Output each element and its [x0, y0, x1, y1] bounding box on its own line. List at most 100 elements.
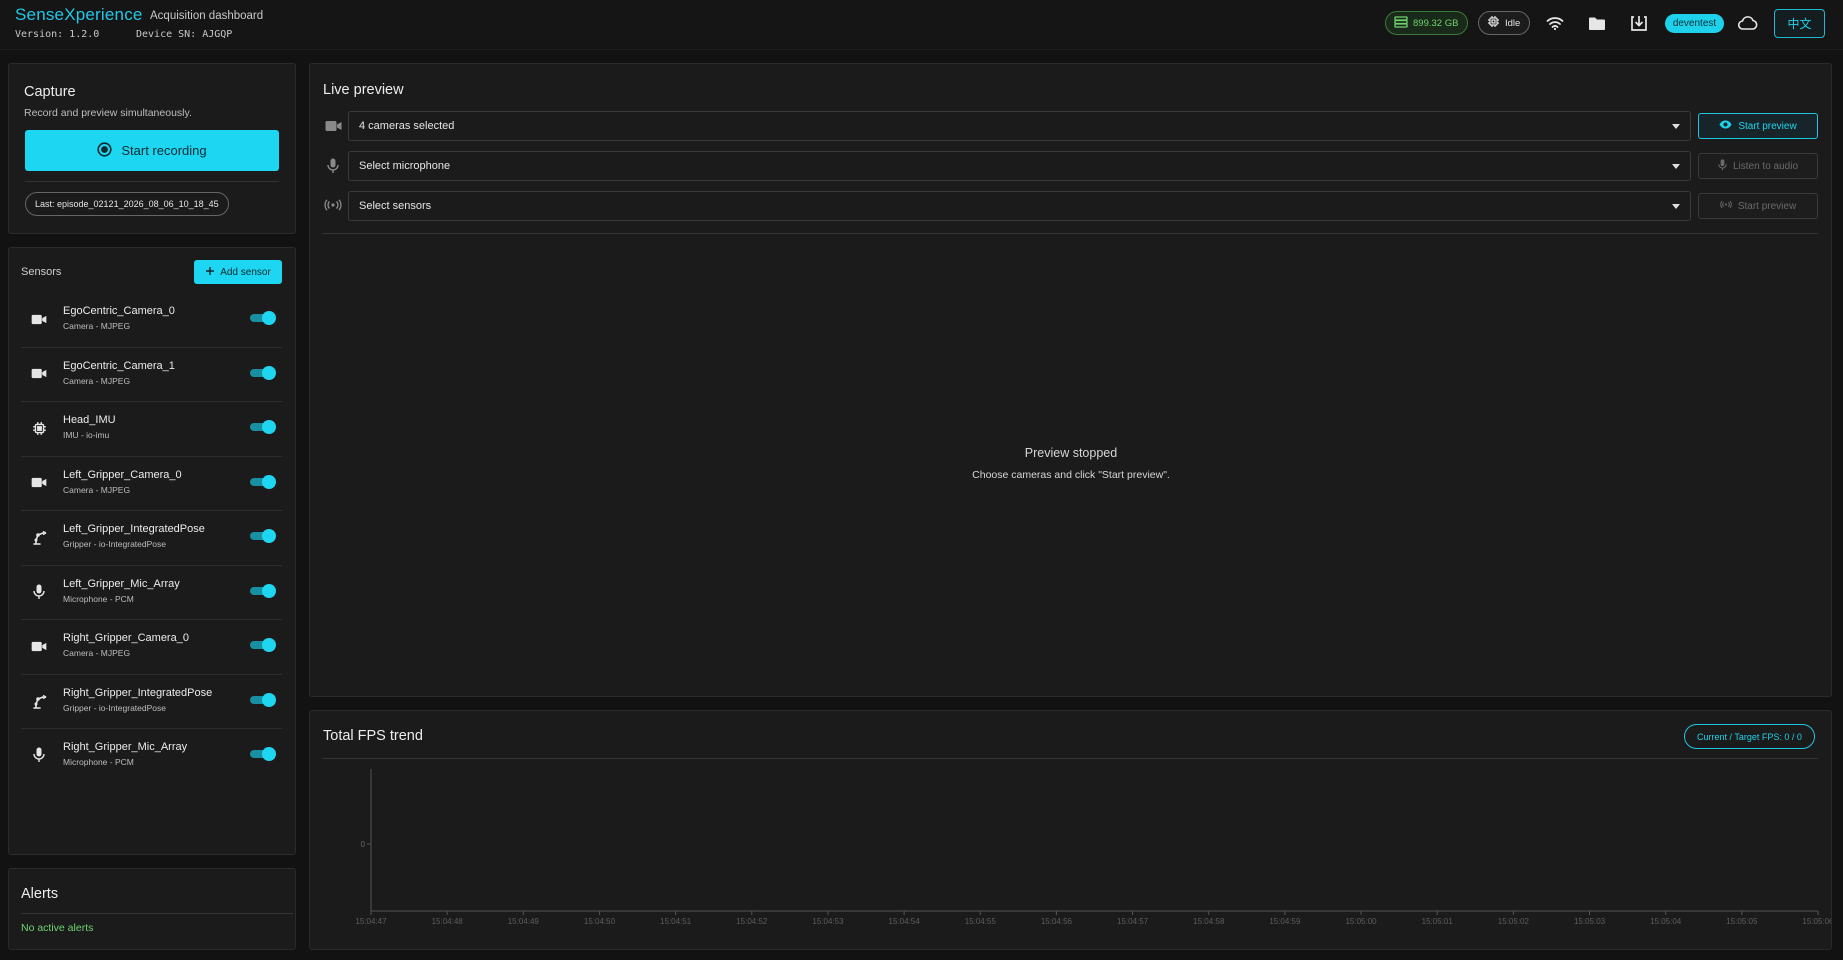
sensor-name: Left_Gripper_Camera_0 [63, 468, 182, 481]
toggle-knob [262, 747, 276, 761]
camera-icon [30, 474, 48, 492]
sensors-panel: Sensors Add sensor EgoCentric_Camera_0 Ca… [8, 247, 296, 855]
camera-select[interactable]: 4 cameras selected [348, 111, 1691, 141]
x-tick-label: 15:04:56 [1041, 917, 1073, 926]
alerts-status: No active alerts [21, 922, 94, 934]
sensor-type: Gripper - io-IntegratedPose [63, 539, 166, 549]
x-tick-label: 15:04:49 [508, 917, 540, 926]
preview-stopped-hint: Choose cameras and click "Start preview"… [972, 469, 1170, 481]
start-preview-label: Start preview [1738, 120, 1797, 132]
microphone-icon [30, 746, 48, 764]
x-tick-label: 15:04:57 [1117, 917, 1149, 926]
sensor-row[interactable]: EgoCentric_Camera_1 Camera - MJPEG [21, 348, 282, 402]
sensor-toggle[interactable] [250, 583, 276, 598]
toggle-knob [262, 583, 276, 598]
sensor-name: Right_Gripper_Camera_0 [63, 632, 189, 644]
robot-arm-icon [30, 528, 48, 546]
listen-audio-button[interactable]: Listen to audio [1698, 153, 1818, 179]
x-tick-label: 15:04:53 [812, 917, 844, 926]
x-tick-label: 15:05:05 [1726, 917, 1758, 926]
listen-audio-label: Listen to audio [1732, 160, 1799, 172]
x-tick-label: 15:05:04 [1650, 917, 1682, 926]
sensor-toggle[interactable] [250, 638, 276, 652]
sensor-row[interactable]: EgoCentric_Camera_0 Camera - MJPEG [21, 293, 282, 348]
toggle-knob [262, 692, 276, 707]
sensor-name: Head_IMU [63, 414, 116, 426]
start-recording-button[interactable]: Start recording [25, 130, 279, 171]
x-tick-label: 15:04:50 [584, 917, 616, 926]
start-sensor-preview-label: Start preview [1737, 200, 1797, 212]
sensor-type: Camera - MJPEG [63, 484, 131, 495]
sensor-select[interactable]: Select sensors [348, 191, 1691, 221]
camera-icon [30, 310, 48, 328]
device-sn-label: Device SN: AJGQP [136, 29, 233, 40]
fps-trend-chart: 0 15:04:47 15:04:48 15:04:49 15:04:50 15:04:5… [355, 769, 1831, 926]
sensor-select-placeholder: Select sensors [359, 200, 432, 212]
toggle-knob [262, 311, 276, 325]
sensor-toggle[interactable] [250, 529, 276, 543]
sensor-type: Gripper - io-IntegratedPose [63, 702, 166, 713]
sensor-row[interactable]: Right_Gripper_Mic_Array Microphone - PCM [21, 729, 282, 784]
microphone-icon [324, 157, 342, 175]
toggle-knob [262, 474, 276, 489]
plus-icon [205, 266, 215, 279]
cloud-icon[interactable] [1738, 13, 1758, 33]
sensor-row[interactable]: Right_Gripper_Camera_0 Camera - MJPEG [21, 620, 282, 675]
sensor-toggle[interactable] [250, 692, 276, 707]
sensor-row[interactable]: Left_Gripper_Camera_0 Camera - MJPEG [21, 457, 282, 511]
sensor-type: Camera - MJPEG [63, 648, 131, 658]
sensor-toggle[interactable] [250, 365, 276, 380]
sensor-list: EgoCentric_Camera_0 Camera - MJPEG EgoCent… [21, 293, 282, 784]
start-recording-label: Start recording [121, 143, 207, 158]
add-sensor-button[interactable]: Add sensor [194, 260, 282, 284]
start-sensor-preview-button[interactable]: Start preview [1698, 193, 1818, 219]
start-preview-button[interactable]: Start preview [1698, 113, 1818, 139]
user-badge[interactable]: deventest [1665, 14, 1724, 33]
x-tick-label: 15:05:01 [1422, 917, 1454, 926]
sensor-signal-icon [324, 196, 342, 214]
top-bar: SenseXperience Acquisition dashboard Ver… [0, 0, 1843, 50]
eye-icon [1719, 120, 1732, 132]
capture-description: Record and preview simultaneously. [24, 107, 192, 119]
chevron-down-icon [1672, 124, 1680, 129]
sensor-row[interactable]: Left_Gripper_Mic_Array Microphone - PCM [21, 566, 282, 620]
status-text: Idle [1505, 17, 1521, 29]
download-icon[interactable] [1629, 13, 1649, 33]
folder-icon[interactable] [1587, 13, 1607, 33]
camera-icon [324, 117, 342, 135]
sensor-toggle[interactable] [250, 747, 276, 761]
chevron-down-icon [1672, 164, 1680, 169]
x-tick-label: 15:05:02 [1498, 917, 1530, 926]
live-preview-title: Live preview [323, 82, 404, 98]
toggle-knob [262, 420, 276, 434]
sensors-title: Sensors [21, 266, 62, 278]
sensor-toggle[interactable] [250, 311, 276, 325]
x-tick-label: 15:05:00 [1345, 917, 1377, 926]
x-tick-label: 15:04:52 [736, 917, 768, 926]
fps-trend-panel: Total FPS trend Current / Target FPS: 0 … [309, 710, 1832, 950]
last-episode-badge: Last: episode_02121_2026_08_06_10_18_45 [25, 192, 229, 216]
sensor-name: EgoCentric_Camera_0 [63, 305, 175, 317]
sensor-toggle[interactable] [250, 420, 276, 434]
x-tick-label: 15:04:47 [355, 917, 387, 926]
sensor-type: Microphone - PCM [63, 593, 134, 604]
sensor-type: Microphone - PCM [63, 757, 134, 767]
sensor-name: Left_Gripper_Mic_Array [63, 577, 180, 590]
divider [25, 181, 279, 182]
wifi-icon[interactable] [1545, 13, 1565, 33]
microphone-select[interactable]: Select microphone [348, 151, 1691, 181]
sensor-name: Left_Gripper_IntegratedPose [63, 523, 205, 535]
x-tick-label: 15:04:59 [1269, 917, 1301, 926]
camera-icon [30, 365, 48, 383]
toggle-knob [262, 365, 276, 380]
sensor-row[interactable]: Right_Gripper_IntegratedPose Gripper - io… [21, 675, 282, 729]
sensor-row[interactable]: Left_Gripper_IntegratedPose Gripper - io-… [21, 511, 282, 566]
chip-icon [1487, 15, 1500, 31]
sensor-toggle[interactable] [250, 474, 276, 489]
language-button[interactable]: 中文 [1774, 9, 1825, 38]
alerts-panel: Alerts No active alerts [8, 868, 296, 950]
sensor-type: Camera - MJPEG [63, 375, 131, 386]
sensor-signal-icon [1720, 200, 1732, 212]
sensor-row[interactable]: Head_IMU IMU - io-imu [21, 402, 282, 457]
microphone-select-placeholder: Select microphone [359, 160, 451, 172]
